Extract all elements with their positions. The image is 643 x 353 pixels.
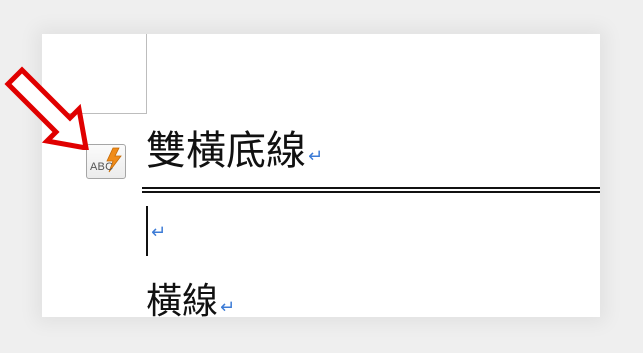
callout-arrow-icon — [4, 66, 89, 150]
text-cursor — [146, 206, 148, 256]
screenshot-canvas: ABC 雙橫底線 ↵ ↵ 橫線 ↵ — [0, 0, 643, 353]
subheading-paragraph[interactable]: 橫線 ↵ — [146, 284, 236, 318]
double-underline-border — [142, 187, 600, 193]
empty-paragraph[interactable]: ↵ — [149, 222, 166, 243]
heading-text[interactable]: 雙橫底線 — [146, 131, 306, 171]
document-page[interactable]: ABC 雙橫底線 ↵ ↵ 橫線 ↵ — [42, 34, 600, 317]
paragraph-mark: ↵ — [151, 222, 167, 243]
paragraph-mark: ↵ — [220, 296, 236, 318]
abc-label: ABC — [90, 161, 114, 173]
subheading-text[interactable]: 橫線 — [146, 284, 218, 318]
paragraph-mark: ↵ — [308, 145, 324, 167]
heading-paragraph[interactable]: 雙橫底線 ↵ — [146, 126, 323, 176]
